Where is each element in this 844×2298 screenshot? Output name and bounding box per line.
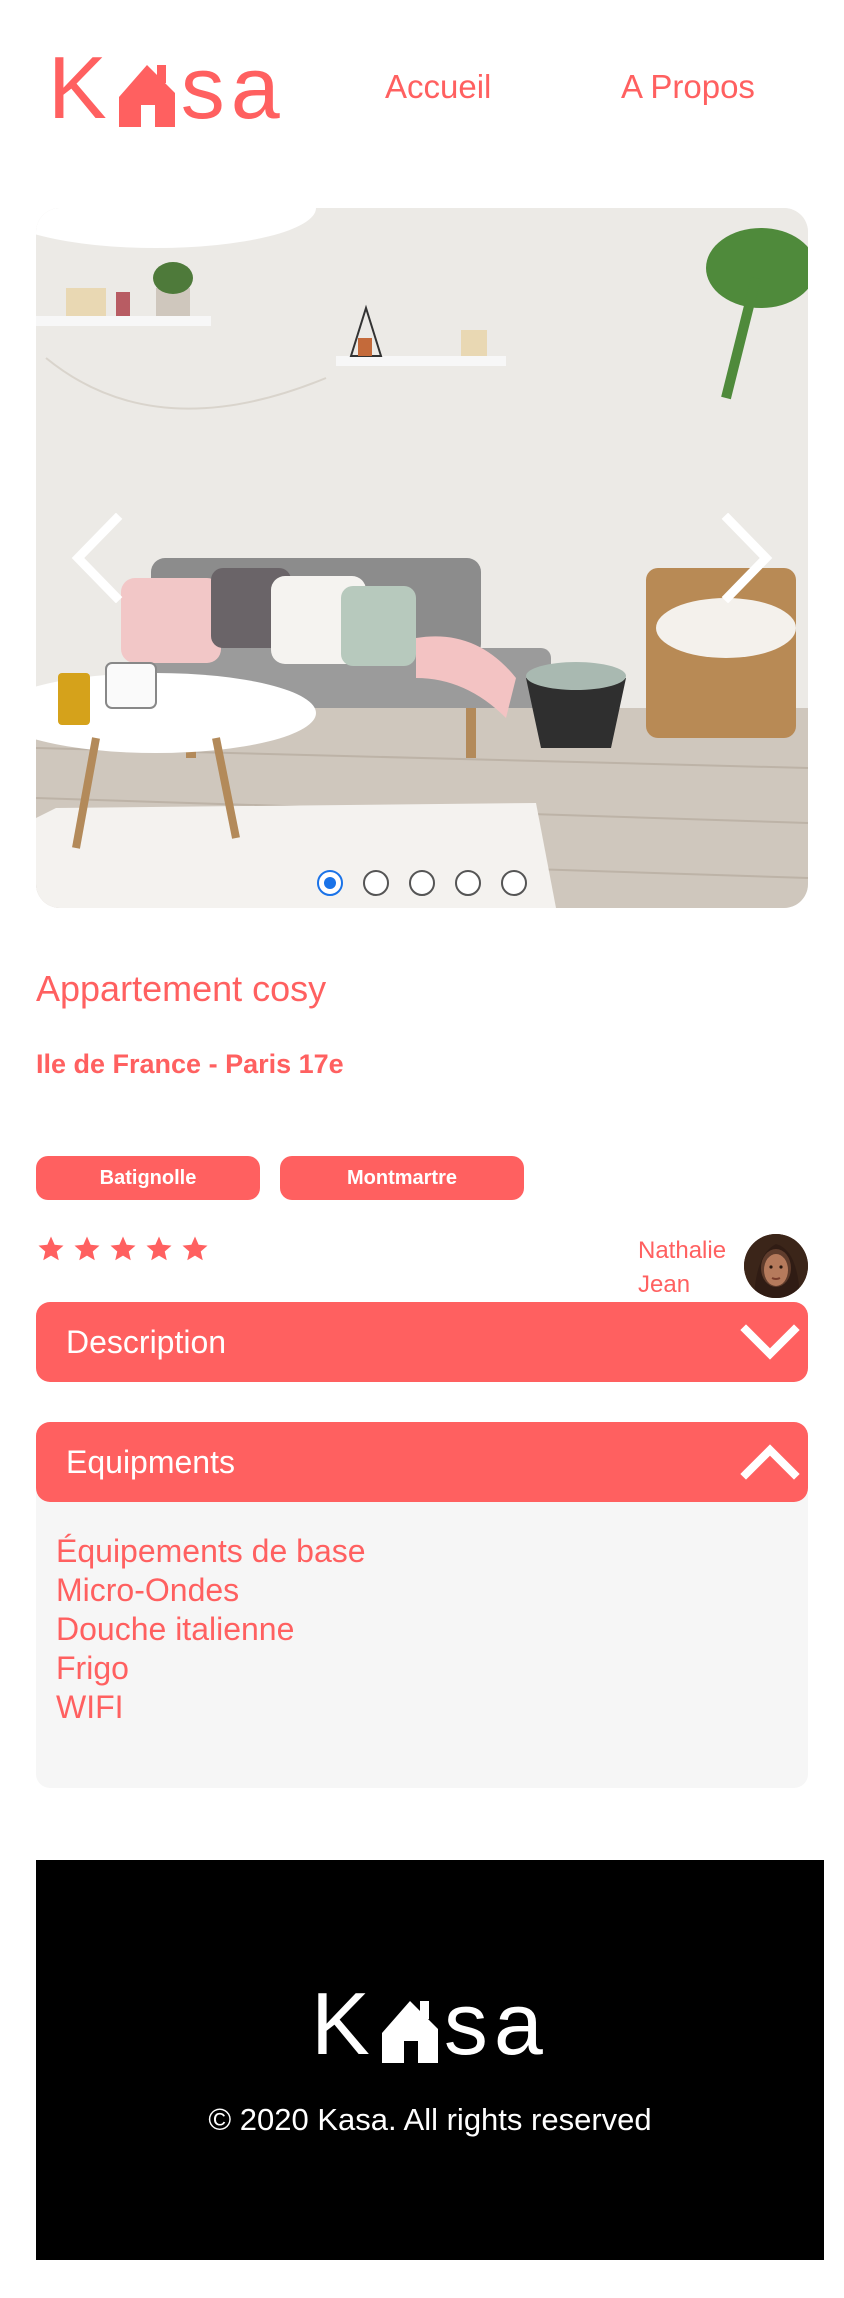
footer-logo: K sa (36, 1980, 824, 2068)
star-icon (38, 1236, 64, 1261)
listing-location: Ile de France - Paris 17e (36, 1049, 344, 1079)
chevron-right-icon[interactable] (718, 513, 778, 603)
nav-home-link[interactable]: Accueil (385, 68, 491, 106)
list-item: WIFI (56, 1689, 124, 1725)
carousel-dot[interactable] (455, 870, 481, 896)
house-icon (118, 65, 175, 127)
nav-about-link[interactable]: A Propos (621, 68, 755, 106)
list-item: Micro-Ondes (56, 1572, 240, 1608)
logo-letter-k: K (311, 1974, 376, 2073)
carousel-dot[interactable] (317, 870, 343, 896)
avatar (744, 1234, 808, 1298)
rating-stars (36, 1234, 210, 1264)
header: K sa Accueil A Propos (0, 0, 844, 180)
carousel-pagination (36, 870, 808, 896)
star-icon (146, 1236, 172, 1261)
carousel-dot[interactable] (501, 870, 527, 896)
carousel-dot[interactable] (363, 870, 389, 896)
kasa-logo[interactable]: K sa (48, 44, 286, 132)
list-item: Équipements de base (56, 1533, 366, 1569)
chevron-left-icon[interactable] (66, 513, 126, 603)
star-icon (110, 1236, 136, 1261)
carousel-dot[interactable] (409, 870, 435, 896)
logo-letters-sa: sa (180, 38, 286, 137)
footer: K sa © 2020 Kasa. All rights reserved (36, 1860, 824, 2260)
star-icon (74, 1236, 100, 1261)
chevron-up-icon (740, 1444, 800, 1480)
listing-title: Appartement cosy (36, 968, 327, 1009)
tag: Montmartre (280, 1156, 524, 1200)
description-label: Description (66, 1323, 227, 1360)
host-name: Nathalie Jean (638, 1234, 740, 1302)
copyright-text: © 2020 Kasa. All rights reserved (208, 2102, 652, 2137)
tag-list: Batignolle Montmartre (36, 1156, 524, 1200)
logo-letters-sa: sa (443, 1974, 549, 2073)
star-icon (182, 1236, 208, 1261)
list-item: Douche italienne (56, 1611, 295, 1647)
logo-letter-k: K (48, 38, 113, 137)
host-info: Nathalie Jean (638, 1234, 808, 1302)
equipments-label: Equipments (66, 1443, 235, 1480)
equipments-panel: Équipements de base Micro-Ondes Douche i… (36, 1470, 808, 1788)
list-item: Frigo (56, 1650, 129, 1686)
host-last-name: Jean (638, 1271, 691, 1298)
chevron-down-icon (740, 1324, 800, 1360)
host-first-name: Nathalie (638, 1237, 727, 1264)
description-collapse-toggle[interactable]: Description (36, 1302, 808, 1382)
tag: Batignolle (36, 1156, 260, 1200)
equipments-collapse-toggle[interactable]: Equipments (36, 1422, 808, 1502)
image-carousel (36, 208, 808, 908)
apartment-photo (36, 208, 808, 908)
house-icon (381, 2001, 438, 2063)
